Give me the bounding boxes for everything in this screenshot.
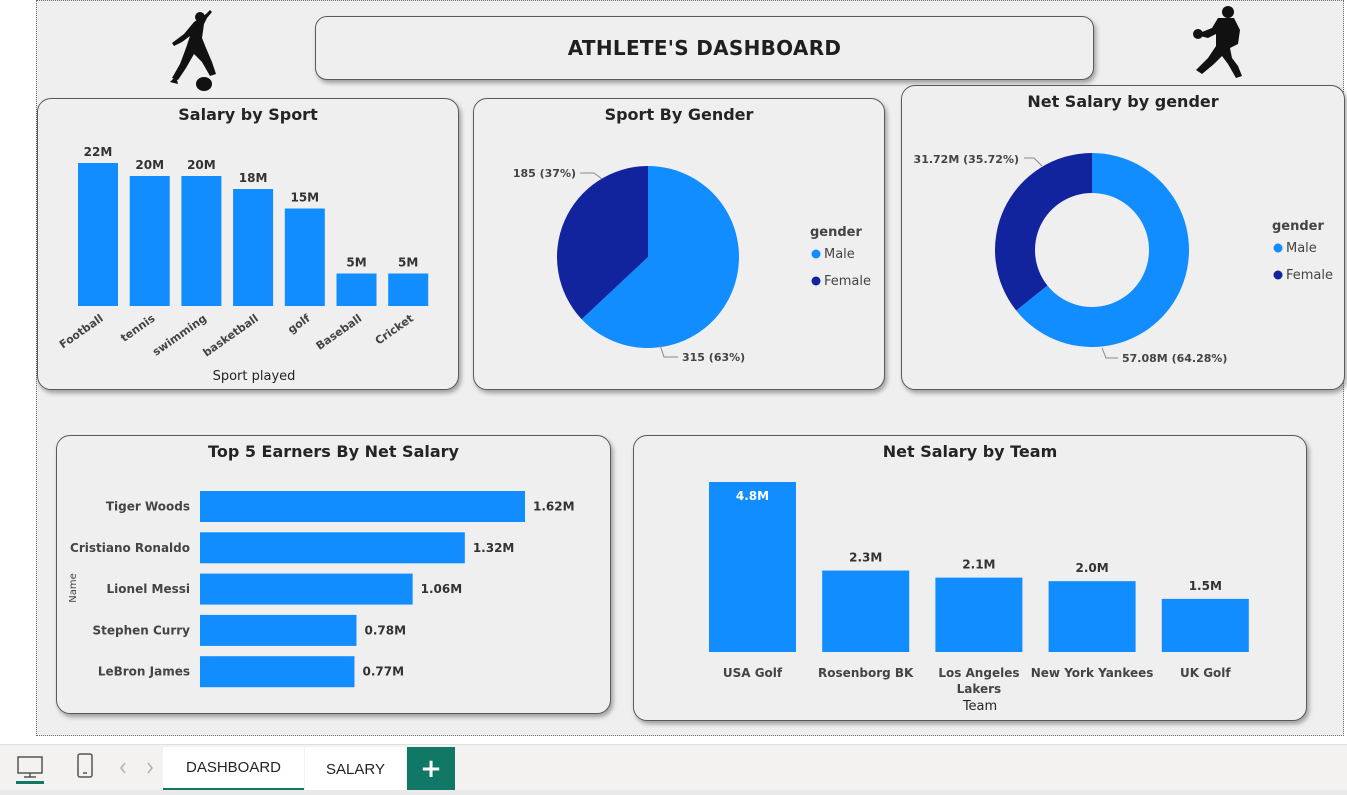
- sport-bar-label: 15M: [290, 191, 319, 205]
- net_salary_by_gender-female-slice: [995, 153, 1092, 311]
- status-strip: [0, 790, 1347, 795]
- net_salary_by_gender-female-leader-line: [1024, 157, 1043, 167]
- sport-tick-label: Baseball: [314, 312, 365, 353]
- salary-by-sport-card[interactable]: Salary by Sport 22M Football 20M tennis 20M s…: [37, 98, 459, 390]
- team-tick-label: New York Yankees: [1031, 666, 1154, 680]
- sport-bar: [78, 163, 118, 306]
- earner-bar: [200, 573, 413, 605]
- net_salary_by_gender-male-data-label: 57.08M (64.28%): [1122, 352, 1227, 365]
- team-tick-label: Rosenborg BK: [818, 666, 914, 680]
- team-bar: [822, 570, 910, 652]
- sport-bar: [233, 189, 274, 306]
- net_salary_by_gender-legend-male: Male: [1286, 241, 1317, 256]
- football-player-icon: [170, 10, 216, 91]
- sport-bar-label: 5M: [346, 256, 366, 270]
- tab-dashboard[interactable]: DASHBOARD: [163, 747, 304, 791]
- earner-name-label: Stephen Curry: [92, 623, 190, 637]
- sport-bar: [336, 273, 377, 306]
- sport-tick-label: basketball: [201, 312, 261, 360]
- top-earners-chart: 1.62M Tiger Woods 1.32M Cristiano Ronaldo 1.…: [68, 491, 575, 688]
- net_salary_by_gender-female-data-label: 31.72M (35.72%): [914, 153, 1019, 166]
- sport_by_gender-legend-male: Male: [824, 247, 855, 262]
- sport-by-gender-chart: 185 (37%) 315 (63%) gender Male Female: [513, 166, 871, 364]
- team-bar: [935, 577, 1023, 652]
- tab-salary[interactable]: SALARY: [305, 747, 406, 791]
- net_salary_by_gender-legend-male-marker: [1273, 243, 1283, 253]
- team-bar-label: 2.0M: [1075, 561, 1108, 575]
- earner-bar: [200, 614, 357, 646]
- net-salary-by-gender-card[interactable]: Net Salary by gender 31.72M (35.72%) 57.0…: [901, 85, 1345, 390]
- team-bar-label: 2.1M: [962, 558, 995, 572]
- sport-tick-label: Cricket: [373, 312, 416, 348]
- sport-x-axis-title: Sport played: [213, 369, 296, 384]
- sport_by_gender-female-leader-line: [580, 172, 603, 180]
- dashboard-title-box: ATHLETE'S DASHBOARD: [315, 16, 1094, 80]
- dashboard-title: ATHLETE'S DASHBOARD: [567, 36, 842, 60]
- net_salary_by_gender-legend-female: Female: [1286, 268, 1333, 283]
- sport_by_gender-legend-male-marker: [811, 249, 821, 259]
- chevron-left-icon[interactable]: [118, 761, 128, 775]
- earner-name-label: LeBron James: [98, 665, 190, 679]
- earner-bar-label: 1.32M: [473, 541, 515, 555]
- team-bar-label: 2.3M: [849, 551, 882, 565]
- earner-name-label: Cristiano Ronaldo: [70, 541, 190, 555]
- sport-bar-label: 20M: [135, 158, 164, 172]
- basketball-player-icon: [1193, 6, 1242, 78]
- salary-by-sport-chart: 22M Football 20M tennis 20M swimming 18M basket…: [57, 145, 429, 384]
- earner-name-label: Lionel Messi: [107, 582, 190, 596]
- sport-bar: [129, 176, 170, 306]
- sport-bar: [181, 176, 222, 306]
- earner-bar: [200, 656, 355, 688]
- earner-bar: [200, 532, 465, 564]
- team-tick-label: Los Angeles Lakers: [938, 666, 1019, 696]
- sport_by_gender-legend-title: gender: [810, 225, 863, 240]
- team-salary-card[interactable]: Net Salary by Team 4.8M USA Golf 2.3M Rosen…: [633, 435, 1307, 721]
- sport-tick-label: Football: [57, 312, 106, 351]
- earner-bar-label: 0.78M: [364, 623, 406, 637]
- team-tick-label: UK Golf: [1180, 666, 1231, 680]
- sport_by_gender-female-data-label: 185 (37%): [513, 167, 576, 180]
- earner-bar-label: 1.62M: [533, 500, 575, 514]
- team-x-axis-title: Team: [962, 699, 997, 714]
- sport-tick-label: tennis: [118, 312, 158, 345]
- chevron-right-icon[interactable]: [145, 761, 155, 775]
- sport-tick-label: swimming: [150, 312, 209, 359]
- earners-y-axis-title: Name: [68, 573, 79, 603]
- sport-bar: [388, 273, 429, 306]
- team-bar: [709, 482, 796, 652]
- sport_by_gender-male-data-label: 315 (63%): [682, 351, 745, 364]
- add-page-button[interactable]: +: [407, 747, 455, 791]
- sport-by-gender-card[interactable]: Sport By Gender 185 (37%) 315 (63%) gender…: [473, 98, 885, 390]
- sport_by_gender-legend-female: Female: [824, 274, 871, 289]
- earner-bar-label: 0.77M: [362, 665, 404, 679]
- team-bar-label: 1.5M: [1189, 579, 1222, 593]
- sport-bar-label: 20M: [187, 158, 216, 172]
- top-earners-card[interactable]: Top 5 Earners By Net Salary 1.62M Tiger W…: [56, 435, 611, 714]
- team-bar: [1161, 598, 1249, 652]
- sport-bar: [284, 208, 325, 306]
- team-bar-label: 4.8M: [736, 489, 769, 503]
- net_salary_by_gender-male-leader-line: [1101, 347, 1118, 359]
- sport-bar-label: 22M: [84, 145, 113, 159]
- sport-bar-label: 5M: [398, 256, 418, 270]
- desktop-view-icon[interactable]: [16, 755, 44, 785]
- sport_by_gender-legend-female-marker: [811, 276, 821, 286]
- team-bar: [1048, 581, 1136, 652]
- net-salary-by-gender-chart: 31.72M (35.72%) 57.08M (64.28%) gender Male…: [914, 153, 1333, 365]
- team-salary-chart: 4.8M USA Golf 2.3M Rosenborg BK 2.1M Los Ange…: [709, 482, 1249, 714]
- net_salary_by_gender-legend-title: gender: [1272, 219, 1325, 234]
- team-tick-label: USA Golf: [723, 666, 783, 680]
- earner-bar: [200, 491, 525, 522]
- earner-bar-label: 1.06M: [421, 582, 463, 596]
- sport-bar-label: 18M: [239, 171, 268, 185]
- earner-name-label: Tiger Woods: [106, 500, 190, 514]
- sport-tick-label: golf: [285, 312, 312, 337]
- mobile-view-icon[interactable]: [76, 753, 94, 779]
- net_salary_by_gender-legend-female-marker: [1273, 270, 1283, 280]
- page-tab-bar: DASHBOARD SALARY +: [0, 744, 1347, 791]
